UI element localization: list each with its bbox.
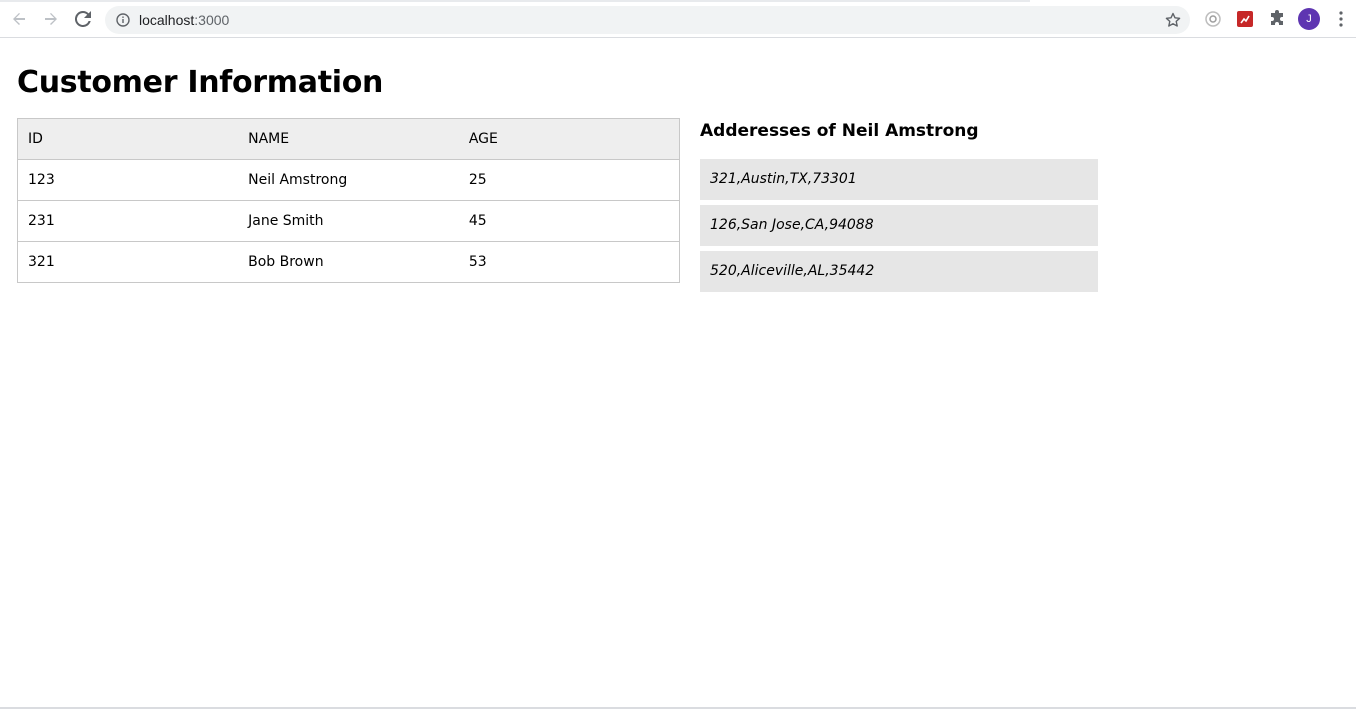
page-content: Customer Information ID NAME AGE 123 Nei… — [0, 39, 1356, 707]
customer-table: ID NAME AGE 123 Neil Amstrong 25 231 Jan… — [17, 118, 680, 283]
back-arrow-icon[interactable] — [7, 7, 31, 31]
cell-id: 321 — [17, 241, 239, 283]
table-row[interactable]: 231 Jane Smith 45 — [17, 200, 680, 242]
extension-icon[interactable] — [1235, 9, 1255, 29]
star-icon[interactable] — [1164, 11, 1182, 29]
cell-age: 25 — [458, 159, 680, 201]
address-item: 126,San Jose,CA,94088 — [700, 205, 1098, 246]
cell-name: Bob Brown — [238, 241, 459, 283]
cell-age: 45 — [458, 200, 680, 242]
column-header-name: NAME — [238, 118, 459, 160]
page-title: Customer Information — [17, 65, 384, 100]
reload-icon[interactable] — [71, 7, 95, 31]
table-row[interactable]: 321 Bob Brown 53 — [17, 241, 680, 283]
avatar-letter: J — [1306, 13, 1312, 25]
address-item: 520,Aliceville,AL,35442 — [700, 251, 1098, 292]
column-header-id: ID — [17, 118, 239, 160]
url-text[interactable]: localhost:3000 — [139, 12, 229, 28]
cell-age: 53 — [458, 241, 680, 283]
table-header-row: ID NAME AGE — [17, 118, 680, 160]
address-bar[interactable]: localhost:3000 — [105, 6, 1190, 34]
addresses-title: Adderesses of Neil Amstrong — [700, 121, 979, 141]
puzzle-icon[interactable] — [1267, 9, 1287, 29]
url-host: localhost — [139, 12, 195, 28]
forward-arrow-icon[interactable] — [39, 7, 63, 31]
table-row[interactable]: 123 Neil Amstrong 25 — [17, 159, 680, 201]
extension-icon[interactable] — [1203, 9, 1223, 29]
address-item: 321,Austin,TX,73301 — [700, 159, 1098, 200]
cell-name: Jane Smith — [238, 200, 459, 242]
cell-name: Neil Amstrong — [238, 159, 459, 201]
info-icon[interactable] — [115, 12, 131, 28]
cell-id: 123 — [17, 159, 239, 201]
url-port: :3000 — [194, 12, 230, 28]
loading-bar — [0, 0, 1030, 2]
address-list: 321,Austin,TX,73301 126,San Jose,CA,9408… — [700, 159, 1098, 297]
column-header-age: AGE — [458, 118, 680, 160]
cell-id: 231 — [17, 200, 239, 242]
more-vert-icon[interactable] — [1332, 9, 1350, 29]
browser-toolbar: localhost:3000 J — [0, 0, 1356, 38]
avatar[interactable]: J — [1298, 8, 1320, 30]
